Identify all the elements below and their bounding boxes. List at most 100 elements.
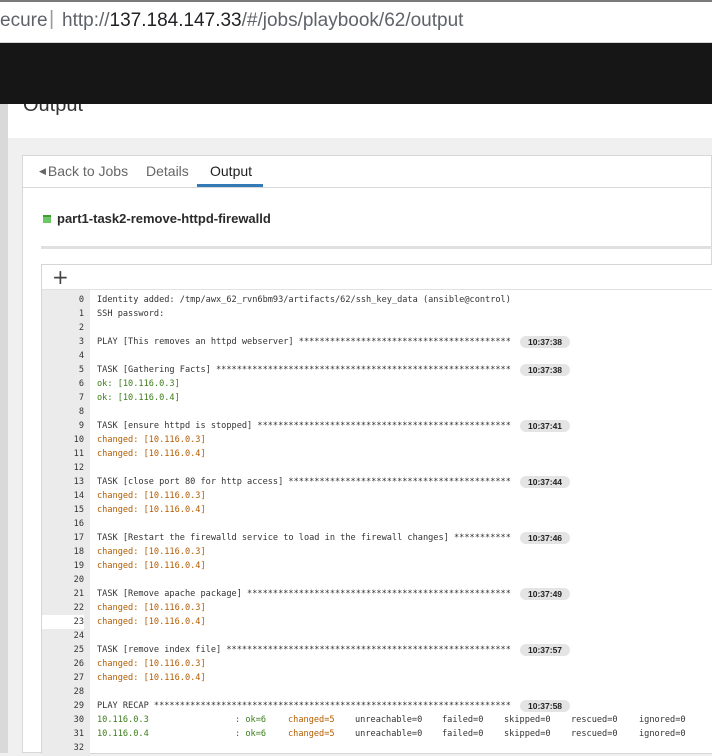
recap-ok: : ok=6 xyxy=(235,715,267,725)
side-nav-edge xyxy=(0,104,8,753)
line-number[interactable]: 8 xyxy=(42,405,84,419)
timestamp-badge: 10:37:38 xyxy=(520,364,571,376)
log-line: 22 changed: [10.116.0.3] xyxy=(42,601,712,615)
timestamp-badge: 10:37:57 xyxy=(520,644,571,656)
line-number[interactable]: 16 xyxy=(42,517,84,531)
line-number[interactable]: 24 xyxy=(42,629,84,643)
log-text: ok: [10.116.0.4] xyxy=(97,393,180,403)
log-text: TASK [remove index file] ***************… xyxy=(97,645,511,655)
job-name: part1-task2-remove-httpd-firewalld xyxy=(57,211,271,226)
log-line: 28 xyxy=(42,685,712,699)
log-line: 11 changed: [10.116.0.4] xyxy=(42,447,712,461)
line-number[interactable]: 20 xyxy=(42,573,84,587)
log-line: 2 xyxy=(42,321,712,335)
url-path: /#/jobs/playbook/62/output xyxy=(241,10,464,31)
line-number[interactable]: 23 xyxy=(42,615,84,629)
line-number[interactable]: 12 xyxy=(42,461,84,475)
url-text[interactable]: http://137.184.147.33/#/jobs/playbook/62… xyxy=(62,10,463,32)
log-line: 20 xyxy=(42,573,712,587)
timestamp-badge: 10:37:46 xyxy=(520,532,571,544)
log-line: 24 xyxy=(42,629,712,643)
stdout-log[interactable]: 0 Identity added: /tmp/awx_62_rvn6bm93/ar… xyxy=(42,289,712,756)
log-text: changed: [10.116.0.3] xyxy=(97,547,206,557)
log-line: 16 xyxy=(42,517,712,531)
log-line: 0 Identity added: /tmp/awx_62_rvn6bm93/ar… xyxy=(42,293,712,307)
address-separator: | xyxy=(49,8,55,30)
line-number[interactable]: 3 xyxy=(42,335,84,349)
recap-ignored: ignored=0 xyxy=(639,715,686,725)
recap-failed: failed=0 xyxy=(442,715,484,725)
browser-address-bar[interactable]: ecure | http://137.184.147.33/#/jobs/pla… xyxy=(0,0,712,43)
log-text: TASK [close port 80 for http access] ***… xyxy=(97,477,511,487)
line-number[interactable]: 10 xyxy=(42,433,84,447)
log-text: changed: [10.116.0.3] xyxy=(97,603,206,613)
line-number[interactable]: 29 xyxy=(42,699,84,713)
recap-host: 10.116.0.3 xyxy=(97,715,149,725)
recap-changed: changed=5 xyxy=(288,729,335,739)
log-line: 10 changed: [10.116.0.3] xyxy=(42,433,712,447)
active-tab-indicator xyxy=(197,184,263,187)
tab-back-label: Back to Jobs xyxy=(47,163,129,179)
line-number[interactable]: 22 xyxy=(42,601,84,615)
line-number[interactable]: 4 xyxy=(42,349,84,363)
log-line: 4 xyxy=(42,349,712,363)
line-number[interactable]: 30 xyxy=(42,713,84,727)
line-number[interactable]: 1 xyxy=(42,307,84,321)
line-number[interactable]: 21 xyxy=(42,587,84,601)
log-text: changed: [10.116.0.4] xyxy=(97,561,206,571)
line-number[interactable]: 0 xyxy=(42,293,84,307)
line-number[interactable]: 19 xyxy=(42,559,84,573)
line-number[interactable]: 6 xyxy=(42,377,84,391)
header-divider xyxy=(41,246,712,249)
log-line: 13 TASK [close port 80 for http access] *… xyxy=(42,475,712,489)
tab-back-to-jobs[interactable]: ◀ Back to Jobs xyxy=(39,163,128,179)
log-text: changed: [10.116.0.3] xyxy=(97,659,206,669)
page-header: Output xyxy=(8,104,712,138)
log-text: PLAY [This removes an httpd webserver] *… xyxy=(97,337,511,347)
line-number[interactable]: 25 xyxy=(42,643,84,657)
timestamp-badge: 10:37:58 xyxy=(520,700,571,712)
line-number[interactable]: 2 xyxy=(42,321,84,335)
line-number[interactable]: 11 xyxy=(42,447,84,461)
log-text: Identity added: /tmp/awx_62_rvn6bm93/art… xyxy=(97,295,511,305)
recap-unreachable: unreachable=0 xyxy=(355,715,423,725)
line-number[interactable]: 15 xyxy=(42,503,84,517)
recap-rescued: rescued=0 xyxy=(571,715,618,725)
recap-rescued: rescued=0 xyxy=(571,729,618,739)
tab-details[interactable]: Details xyxy=(146,163,189,179)
log-line: 29 PLAY RECAP ***************************… xyxy=(42,699,712,713)
timestamp-badge: 10:37:38 xyxy=(520,336,571,348)
recap-ok: : ok=6 xyxy=(235,729,267,739)
tab-output[interactable]: Output xyxy=(210,163,252,179)
line-number[interactable]: 28 xyxy=(42,685,84,699)
line-number[interactable]: 27 xyxy=(42,671,84,685)
log-line: 15 changed: [10.116.0.4] xyxy=(42,503,712,517)
line-number[interactable]: 5 xyxy=(42,363,84,377)
log-text: SSH password: xyxy=(97,309,165,319)
log-text: TASK [Gathering Facts] *****************… xyxy=(97,365,511,375)
log-line: 7 ok: [10.116.0.4] xyxy=(42,391,712,405)
line-number[interactable]: 26 xyxy=(42,657,84,671)
security-indicator[interactable]: ecure xyxy=(0,10,48,32)
line-number[interactable]: 9 xyxy=(42,419,84,433)
log-line: 17 TASK [Restart the firewalld service to… xyxy=(42,531,712,545)
log-line: 12 xyxy=(42,461,712,475)
line-number[interactable]: 31 xyxy=(42,727,84,741)
recap-ignored: ignored=0 xyxy=(639,729,686,739)
log-line: 19 changed: [10.116.0.4] xyxy=(42,559,712,573)
recap-skipped: skipped=0 xyxy=(504,729,551,739)
line-number[interactable]: 13 xyxy=(42,475,84,489)
timestamp-badge: 10:37:49 xyxy=(520,588,571,600)
expand-all-button[interactable]: + xyxy=(52,265,69,289)
line-number[interactable]: 14 xyxy=(42,489,84,503)
log-line: 8 xyxy=(42,405,712,419)
job-tabs: ◀ Back to Jobs Details Output xyxy=(23,156,712,188)
page-title: Output xyxy=(23,104,84,116)
log-text: changed: [10.116.0.4] xyxy=(97,673,206,683)
log-text: changed: [10.116.0.3] xyxy=(97,435,206,445)
line-number[interactable]: 18 xyxy=(42,545,84,559)
line-number[interactable]: 7 xyxy=(42,391,84,405)
line-number[interactable]: 17 xyxy=(42,531,84,545)
log-line: 5 TASK [Gathering Facts] ****************… xyxy=(42,363,712,377)
log-line: 31 10.116.0.4: ok=6 changed=5 unreachable=0… xyxy=(42,727,712,741)
